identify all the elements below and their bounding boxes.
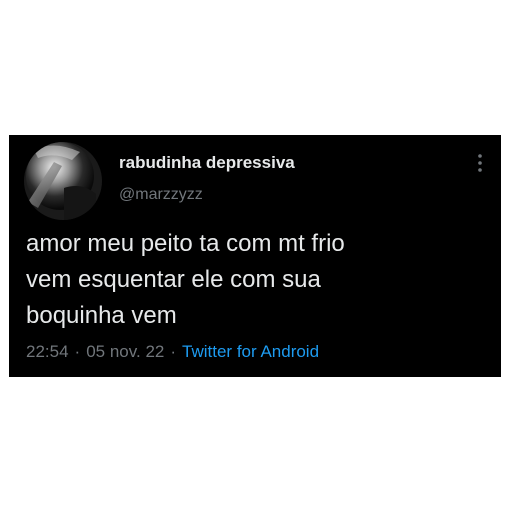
tweet-text-line: vem esquentar ele com sua — [26, 266, 321, 293]
tweet-text-line: amor meu peito ta com mt frio — [26, 230, 345, 257]
tweet-time[interactable]: 22:54 — [26, 342, 69, 361]
user-handle[interactable]: @marzzyzz — [119, 186, 203, 204]
tweet-card: rabudinha depressiva @marzzyzz amor meu … — [9, 135, 501, 377]
tweet-date[interactable]: 05 nov. 22 — [86, 342, 164, 361]
tweet-text-line: boquinha vem — [26, 302, 177, 329]
avatar-image — [24, 142, 102, 220]
meta-separator: · — [170, 342, 177, 361]
display-name[interactable]: rabudinha depressiva — [119, 153, 295, 173]
tweet-source-link[interactable]: Twitter for Android — [182, 342, 319, 361]
tweet-meta: 22:54 · 05 nov. 22 · Twitter for Android — [26, 342, 319, 362]
tweet-text: amor meu peito ta com mt frio vem esquen… — [26, 226, 486, 334]
meta-separator: · — [74, 342, 81, 361]
more-vertical-icon — [478, 154, 482, 172]
avatar[interactable] — [24, 142, 102, 220]
more-options-button[interactable] — [472, 152, 488, 174]
